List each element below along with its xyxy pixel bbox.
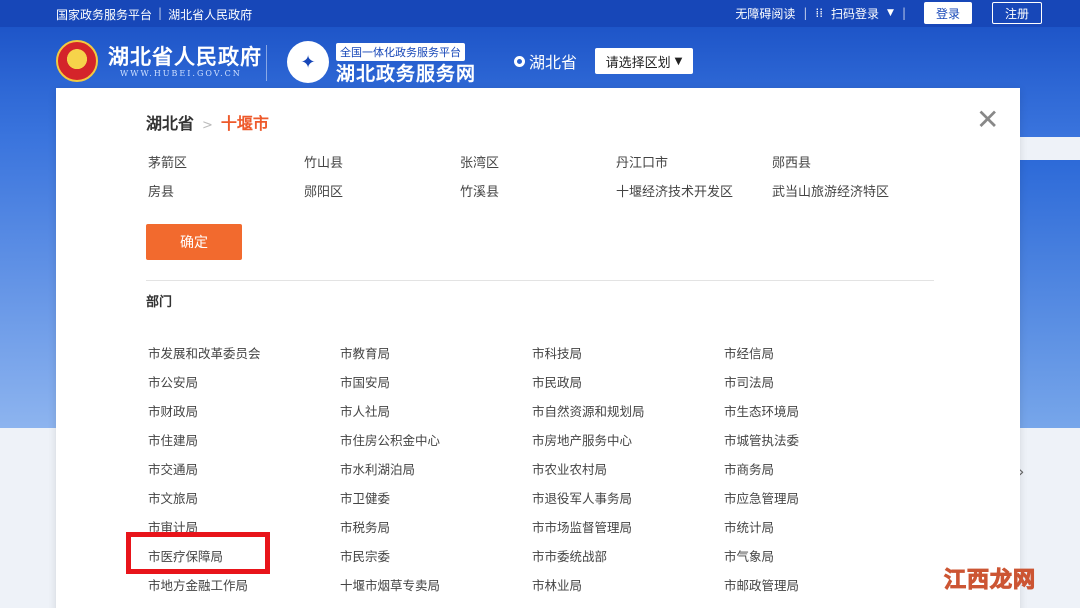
header-divider	[266, 45, 267, 81]
separator: |	[901, 6, 906, 20]
district-list: 茅箭区 竹山县 张湾区 丹江口市 郧西县 房县 郧阳区 竹溪县 十堰经济技术开发…	[148, 152, 932, 200]
department-item[interactable]: 市人社局	[340, 401, 532, 420]
department-item[interactable]: 市文旅局	[148, 488, 340, 507]
breadcrumb-province[interactable]: 湖北省	[146, 110, 194, 134]
department-item[interactable]: 市林业局	[532, 575, 724, 594]
department-item[interactable]: 市商务局	[724, 459, 916, 478]
department-item[interactable]: 市科技局	[532, 343, 724, 362]
department-item[interactable]: 市地方金融工作局	[148, 575, 340, 594]
district-item[interactable]: 竹溪县	[460, 181, 616, 200]
separator: |	[803, 6, 808, 20]
department-item[interactable]: 市住建局	[148, 430, 340, 449]
top-actions: 无障碍阅读 | ⁞⁞ 扫码登录 ▼ | 登录 注册	[735, 2, 1042, 24]
top-links: 国家政务服务平台 | 湖北省人民政府	[56, 6, 252, 23]
department-item[interactable]: 市农业农村局	[532, 459, 724, 478]
highlight-box	[126, 532, 270, 574]
watermark: 江西龙网	[943, 568, 1037, 594]
department-item[interactable]: 市住房公积金中心	[340, 430, 532, 449]
department-item[interactable]: 市财政局	[148, 401, 340, 420]
department-item[interactable]: 市发展和改革委员会	[148, 343, 340, 362]
district-item[interactable]: 房县	[148, 181, 304, 200]
scan-login-link[interactable]: 扫码登录	[831, 5, 879, 22]
link-national-platform[interactable]: 国家政务服务平台	[56, 6, 152, 23]
department-item[interactable]: 市统计局	[724, 517, 916, 536]
department-item[interactable]: 市市场监督管理局	[532, 517, 724, 536]
departments-heading: 部门	[146, 295, 173, 310]
department-item[interactable]: 市邮政管理局	[724, 575, 916, 594]
breadcrumb: 湖北省 > 十堰市	[146, 110, 269, 134]
department-item[interactable]: 十堰市烟草专卖局	[340, 575, 532, 594]
department-item[interactable]: 市税务局	[340, 517, 532, 536]
qr-icon: ⁞⁞	[815, 6, 824, 20]
district-item[interactable]: 茅箭区	[148, 152, 304, 171]
close-icon[interactable]: ✕	[976, 106, 999, 134]
department-item[interactable]: 市卫健委	[340, 488, 532, 507]
district-item[interactable]: 郧阳区	[304, 181, 460, 200]
caret-down-icon: ▼	[674, 55, 683, 67]
district-item[interactable]: 丹江口市	[616, 152, 772, 171]
district-item[interactable]: 竹山县	[304, 152, 460, 171]
accessibility-link[interactable]: 无障碍阅读	[735, 5, 795, 22]
department-item[interactable]: 市房地产服务中心	[532, 430, 724, 449]
breadcrumb-city[interactable]: 十堰市	[221, 110, 269, 134]
department-item[interactable]: 市应急管理局	[724, 488, 916, 507]
separator: |	[158, 6, 163, 20]
region-label: 湖北省	[529, 53, 578, 72]
district-item[interactable]: 张湾区	[460, 152, 616, 171]
department-item[interactable]: 市司法局	[724, 372, 916, 391]
department-item[interactable]: 市生态环境局	[724, 401, 916, 420]
background-banner	[0, 137, 56, 428]
department-item[interactable]: 市水利湖泊局	[340, 459, 532, 478]
confirm-button[interactable]: 确定	[146, 224, 242, 260]
service-logo-icon: ✦	[287, 41, 329, 83]
department-item[interactable]: 市交通局	[148, 459, 340, 478]
background-banner	[1020, 160, 1080, 428]
service-title[interactable]: 湖北政务服务网	[336, 59, 476, 86]
register-button[interactable]: 注册	[992, 2, 1042, 24]
region-select[interactable]: 请选择区划 ▼	[595, 48, 693, 74]
district-item[interactable]: 郧西县	[772, 152, 932, 171]
link-hubei-gov[interactable]: 湖北省人民政府	[168, 6, 252, 23]
department-item[interactable]: 市教育局	[340, 343, 532, 362]
gov-title[interactable]: 湖北省人民政府	[108, 41, 262, 71]
top-bar: 国家政务服务平台 | 湖北省人民政府 无障碍阅读 | ⁞⁞ 扫码登录 ▼ | 登…	[0, 0, 1080, 27]
department-item[interactable]: 市国安局	[340, 372, 532, 391]
department-item[interactable]: 市民宗委	[340, 546, 532, 565]
gov-url: WWW.HUBEI.GOV.CN	[120, 69, 242, 78]
department-item[interactable]: 市公安局	[148, 372, 340, 391]
region-select-label: 请选择区划	[605, 55, 671, 71]
current-region: 湖北省	[514, 49, 577, 73]
department-item[interactable]: 市市委统战部	[532, 546, 724, 565]
login-button[interactable]: 登录	[924, 2, 972, 24]
district-item[interactable]: 武当山旅游经济特区	[772, 181, 932, 200]
breadcrumb-separator: >	[202, 118, 213, 133]
divider	[146, 280, 934, 281]
department-item[interactable]: 市退役军人事务局	[532, 488, 724, 507]
location-pin-icon	[514, 55, 525, 67]
caret-down-icon: ▼	[887, 8, 894, 18]
department-item[interactable]: 市经信局	[724, 343, 916, 362]
district-item[interactable]: 十堰经济技术开发区	[616, 181, 772, 200]
department-item[interactable]: 市城管执法委	[724, 430, 916, 449]
department-item[interactable]: 市民政局	[532, 372, 724, 391]
department-item[interactable]: 市气象局	[724, 546, 916, 565]
national-emblem-icon	[56, 40, 98, 82]
department-item[interactable]: 市自然资源和规划局	[532, 401, 724, 420]
